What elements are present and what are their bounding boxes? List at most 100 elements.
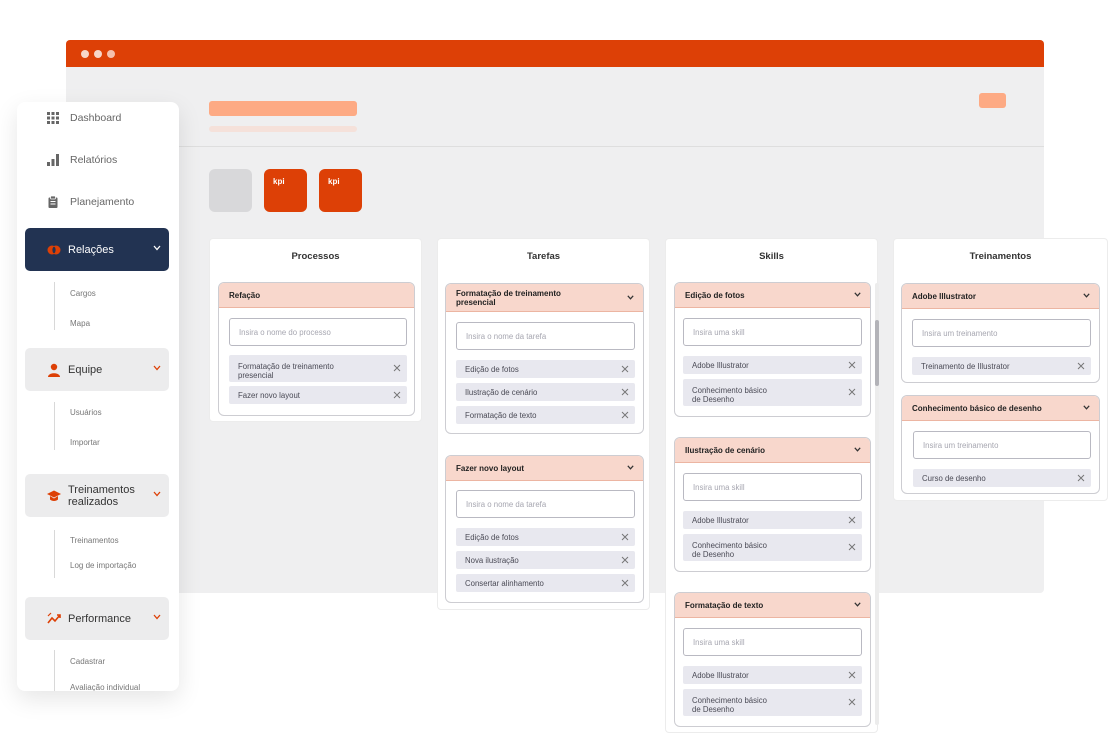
card-header[interactable]: Adobe Illustrator	[902, 284, 1099, 309]
tag-label: Conhecimento básico de Desenho	[692, 386, 767, 404]
sidebar-subitem-avaliacao-individual[interactable]: Avaliação individual	[55, 683, 140, 691]
close-icon[interactable]	[621, 533, 629, 541]
sidebar-item-relatorios[interactable]: Relatórios	[47, 154, 117, 166]
sidebar-item-label: Planejamento	[70, 196, 135, 208]
training-input[interactable]: Insira um treinamento	[913, 431, 1091, 459]
card-header[interactable]: Refação	[219, 283, 414, 308]
sidebar-subitem-importar[interactable]: Importar	[55, 438, 100, 447]
chevron-down-icon	[1083, 405, 1090, 410]
sidebar-group-treinamentos[interactable]: Treinamentos realizados	[25, 474, 169, 517]
kpi-tile[interactable]: kpi	[264, 169, 307, 212]
skill-input[interactable]: Insira uma skill	[683, 473, 862, 501]
tag-line: Formatação de treinamento	[238, 362, 334, 371]
tag-label: Consertar alinhamento	[465, 578, 544, 588]
chevron-down-icon	[153, 245, 161, 251]
close-icon[interactable]	[393, 391, 401, 399]
card-header[interactable]: Edição de fotos	[675, 283, 870, 308]
trend-icon	[47, 612, 61, 623]
tag-label: Curso de desenho	[922, 473, 986, 483]
tag-line: Conhecimento básico	[692, 386, 767, 395]
skill-card: Edição de fotos Insira uma skill Adobe I…	[674, 282, 871, 417]
tag-item: Treinamento de Illustrator	[912, 357, 1091, 375]
kpi-tile[interactable]: kpi	[319, 169, 362, 212]
tag-label: Adobe Illustrator	[692, 515, 749, 525]
training-input[interactable]: Insira um treinamento	[912, 319, 1091, 347]
close-icon[interactable]	[621, 579, 629, 587]
scrollbar-thumb[interactable]	[875, 320, 879, 386]
chevron-down-icon	[854, 447, 861, 452]
card-header[interactable]: Ilustração de cenário	[675, 438, 870, 463]
tag-item: Ilustração de cenário	[456, 383, 635, 401]
sidebar-subitem-cargos[interactable]: Cargos	[55, 289, 96, 298]
header-action-placeholder[interactable]	[979, 93, 1006, 108]
card-title: Adobe Illustrator	[912, 291, 977, 301]
sidebar-group-relacoes[interactable]: Relações	[25, 228, 169, 271]
card-header[interactable]: Conhecimento básico de desenho	[902, 396, 1099, 421]
card-title-line: Formatação de treinamento	[456, 288, 561, 298]
task-name-input[interactable]: Insira o nome da tarefa	[456, 490, 635, 518]
tag-label: Edição de fotos	[465, 364, 519, 374]
window-dot	[107, 50, 115, 58]
task-card: Fazer novo layout Insira o nome da taref…	[445, 455, 644, 603]
skills-scrollbar[interactable]	[875, 283, 879, 725]
skill-input[interactable]: Insira uma skill	[683, 628, 862, 656]
sidebar-group-performance[interactable]: Performance	[25, 597, 169, 640]
tag-label: Treinamento de Illustrator	[921, 361, 1010, 371]
close-icon[interactable]	[848, 698, 856, 706]
training-card: Conhecimento básico de desenho Insira um…	[901, 395, 1100, 494]
tag-line: de Desenho	[692, 395, 735, 404]
column-title: Processos	[291, 251, 340, 262]
tag-item: Formatação de texto	[456, 406, 635, 424]
card-title: Conhecimento básico de desenho	[912, 403, 1042, 413]
close-icon[interactable]	[621, 411, 629, 419]
tag-label: Adobe Illustrator	[692, 360, 749, 370]
sidebar-subitem-treinamentos[interactable]: Treinamentos	[55, 536, 119, 545]
skill-input[interactable]: Insira uma skill	[683, 318, 862, 346]
tag-item: Consertar alinhamento	[456, 574, 635, 592]
user-icon	[48, 363, 60, 377]
card-header[interactable]: Fazer novo layout	[446, 456, 643, 481]
close-icon[interactable]	[848, 516, 856, 524]
sidebar-subitem-log-importacao[interactable]: Log de importação	[55, 561, 136, 570]
close-icon[interactable]	[1077, 474, 1085, 482]
sidebar-subitem-mapa[interactable]: Mapa	[55, 319, 90, 328]
sidebar-item-planejamento[interactable]: Planejamento	[47, 196, 134, 208]
tag-label: Conhecimento básico de Desenho	[692, 696, 767, 714]
sidebar-subitem-usuarios[interactable]: Usuários	[55, 408, 102, 417]
close-icon[interactable]	[621, 365, 629, 373]
card-title: Formatação de texto	[685, 600, 764, 610]
chevron-down-icon	[153, 614, 161, 620]
sidebar-group-equipe[interactable]: Equipe	[25, 348, 169, 391]
task-name-input[interactable]: Insira o nome da tarefa	[456, 322, 635, 350]
close-icon[interactable]	[621, 556, 629, 564]
card-title: Ilustração de cenário	[685, 445, 766, 455]
close-icon[interactable]	[393, 364, 401, 372]
close-icon[interactable]	[848, 361, 856, 369]
grid-icon	[47, 112, 59, 124]
column-title: Skills	[759, 251, 784, 262]
chevron-down-icon	[627, 465, 634, 470]
window-dot	[81, 50, 89, 58]
sidebar-group-label: Performance	[68, 612, 131, 625]
label-line: Treinamentos	[68, 483, 135, 496]
card-header[interactable]: Formatação de texto	[675, 593, 870, 618]
page-subtitle-placeholder	[209, 126, 357, 132]
close-icon[interactable]	[1077, 362, 1085, 370]
label-line: realizados	[68, 495, 119, 508]
close-icon[interactable]	[621, 388, 629, 396]
tag-line: presencial	[238, 371, 274, 380]
column-skills: Skills Edição de fotos Insira uma skill …	[665, 238, 878, 733]
sidebar-item-dashboard[interactable]: Dashboard	[47, 112, 121, 124]
tag-item: Adobe Illustrator	[683, 511, 862, 529]
card-header[interactable]: Formatação de treinamento presencial	[446, 284, 643, 312]
bar-chart-icon	[47, 154, 59, 166]
process-name-input[interactable]: Insira o nome do processo	[229, 318, 407, 346]
close-icon[interactable]	[848, 388, 856, 396]
close-icon[interactable]	[848, 671, 856, 679]
page-title-placeholder	[209, 101, 357, 116]
sidebar-group-label: Relações	[68, 243, 114, 256]
sidebar-group-label: Equipe	[68, 363, 103, 376]
kpi-tile[interactable]	[209, 169, 252, 212]
sidebar-subitem-cadastrar[interactable]: Cadastrar	[55, 657, 105, 666]
close-icon[interactable]	[848, 543, 856, 551]
